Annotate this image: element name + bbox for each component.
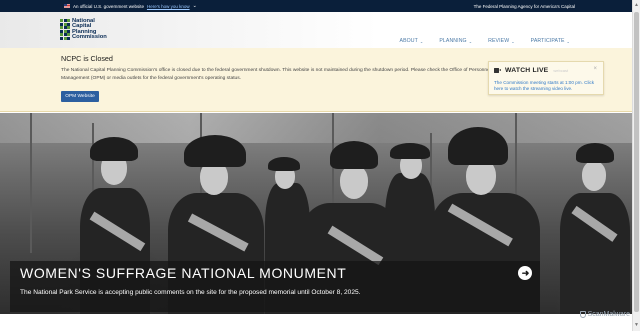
site-header: National Capital Planning Commission ABO…	[0, 12, 632, 48]
shield-icon	[579, 311, 586, 318]
hero-title[interactable]: WOMEN'S SUFFRAGE NATIONAL MONUMENT	[20, 265, 346, 281]
nav-item-planning[interactable]: PLANNING ⌄	[439, 38, 472, 44]
main-nav: ABOUT ⌄ PLANNING ⌄ REVIEW ⌄ PARTICIPATE …	[400, 38, 570, 44]
gov-tagline: The Federal Planning Agency for America'…	[473, 3, 575, 9]
scanmalware-watermark: ScanMalware	[579, 311, 630, 318]
chevron-down-icon: ⌄	[566, 38, 570, 44]
hero-description: The National Park Service is accepting p…	[20, 289, 361, 296]
alert-body: The National Capital Planning Commission…	[61, 68, 491, 82]
alert-title: NCPC is Closed	[61, 54, 113, 63]
nav-item-label: PLANNING	[439, 38, 467, 44]
page: An official U.S. government website Here…	[0, 0, 640, 331]
nav-item-label: PARTICIPATE	[530, 38, 565, 44]
page-scrollbar[interactable]: ▲ ▼	[632, 0, 640, 331]
gov-official-text: An official U.S. government website	[73, 3, 144, 9]
chevron-down-icon: ⌄	[511, 38, 515, 44]
watch-live-header: WATCH LIVE webcast	[494, 67, 568, 74]
ncpc-logo[interactable]: National Capital Planning Commission	[60, 18, 112, 43]
scroll-up-arrow-icon[interactable]: ▲	[634, 2, 639, 8]
logo-line: Commission	[72, 34, 107, 41]
chevron-down-icon: ⌄	[468, 38, 473, 44]
chevron-down-icon[interactable]: ⌄	[193, 3, 197, 9]
how-you-know-link[interactable]: Here's how you know	[147, 4, 190, 9]
hero-photo-background	[0, 113, 632, 143]
nav-item-participate[interactable]: PARTICIPATE ⌄	[531, 38, 570, 44]
arrow-right-circle-icon[interactable]: ➜	[518, 266, 532, 280]
scrollbar-thumb[interactable]	[634, 12, 639, 312]
watch-live-popup: WATCH LIVE webcast × The Commission meet…	[488, 61, 604, 95]
logo-text: National Capital Planning Commission	[72, 18, 107, 41]
us-flag-icon	[64, 4, 70, 8]
nav-item-label: REVIEW	[488, 38, 510, 44]
video-camera-icon	[494, 68, 501, 73]
nav-item-label: ABOUT	[399, 38, 418, 44]
gov-banner-left: An official U.S. government website Here…	[64, 0, 197, 12]
watch-live-title: WATCH LIVE	[505, 67, 549, 74]
watch-live-link[interactable]: The Commission meeting starts at 1:00 pm…	[494, 80, 600, 92]
logo-mark-icon	[60, 19, 70, 41]
gov-banner: An official U.S. government website Here…	[0, 0, 632, 12]
watch-live-subtitle: webcast	[553, 68, 569, 73]
close-icon[interactable]: ×	[593, 66, 597, 72]
scroll-down-arrow-icon[interactable]: ▼	[634, 322, 639, 328]
nav-item-review[interactable]: REVIEW ⌄	[488, 38, 515, 44]
chevron-down-icon: ⌄	[419, 38, 424, 44]
watermark-text: ScanMalware	[587, 311, 630, 318]
page-bottom-strip	[0, 314, 632, 331]
opm-website-button[interactable]: OPM Website	[61, 91, 99, 102]
hero-slide[interactable]: WOMEN'S SUFFRAGE NATIONAL MONUMENT ➜ The…	[0, 113, 632, 314]
arrow-glyph: ➜	[521, 267, 530, 278]
flagpole	[30, 113, 32, 253]
nav-item-about[interactable]: ABOUT ⌄	[400, 38, 424, 44]
